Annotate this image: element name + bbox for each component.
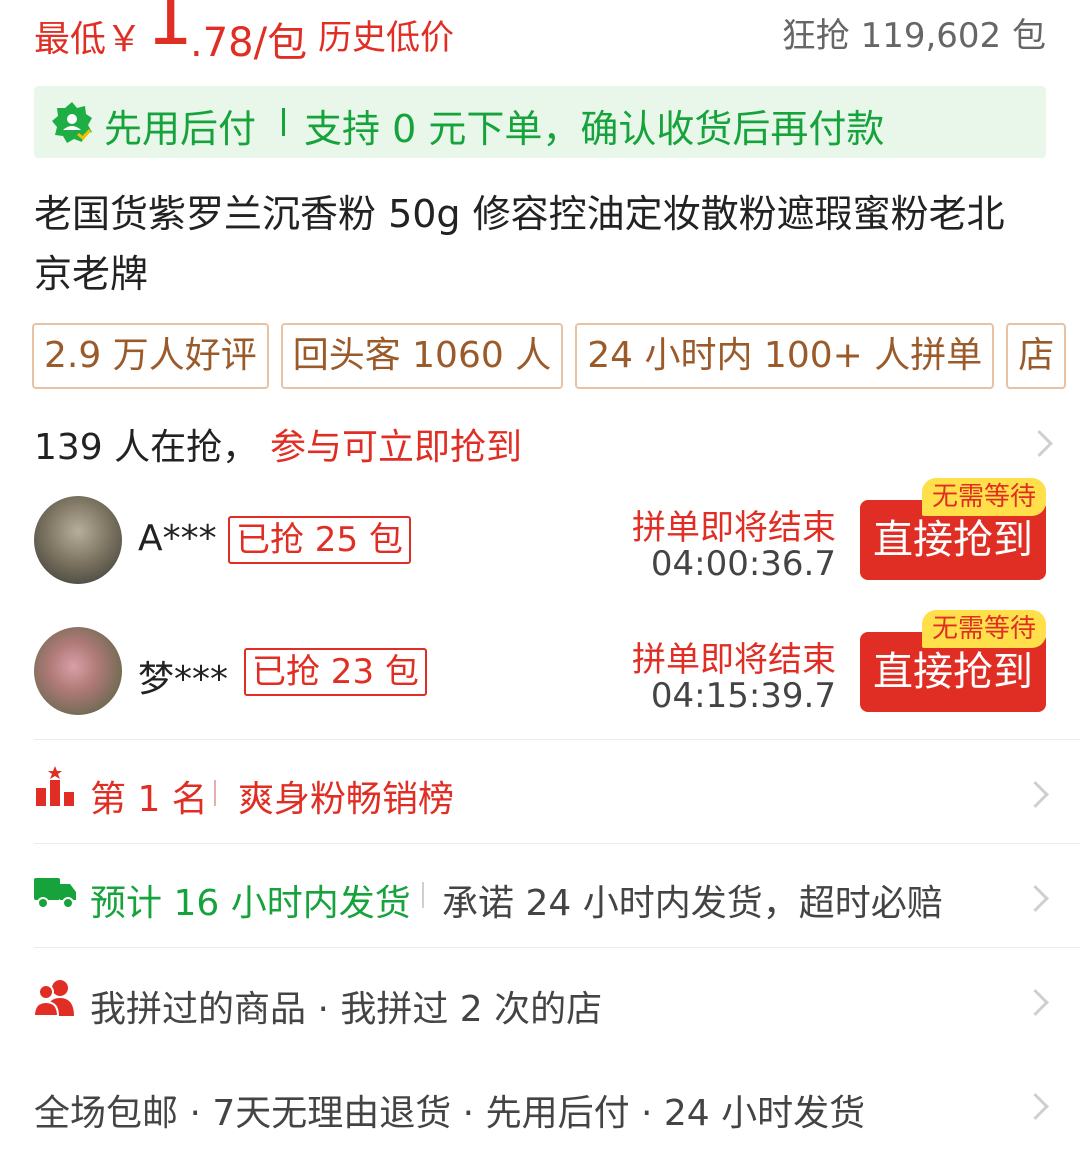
product-tags: 2.9 万人好评 回头客 1060 人 24 小时内 100+ 人拼单 店 <box>32 323 1067 389</box>
group-user-name: A*** <box>138 518 217 559</box>
avatar <box>34 627 122 715</box>
product-title: 老国货紫罗兰沉香粉 50g 修容控油定妆散粉遮瑕蜜粉老北京老牌 <box>34 192 1005 296</box>
separator <box>282 108 285 136</box>
countdown-timer: 04:00:36.7 <box>650 544 836 584</box>
price-integer: 1 <box>146 0 194 62</box>
users-icon <box>32 980 74 1017</box>
pay-later-badge-icon <box>52 102 92 143</box>
countdown-timer: 04:15:39.7 <box>650 676 836 716</box>
tag-group-orders[interactable]: 24 小时内 100+ 人拼单 <box>575 323 995 389</box>
group-user-name: 梦*** <box>138 659 229 700</box>
tag-reviews[interactable]: 2.9 万人好评 <box>32 323 269 389</box>
group-status: 拼单即将结束 <box>632 640 836 680</box>
tag-returning-customers[interactable]: 回头客 1060 人 <box>280 323 564 389</box>
price-prefix: 最低￥ <box>34 19 143 60</box>
purchase-history-text: 我拼过的商品 · 我拼过 2 次的店 <box>90 989 603 1030</box>
service-guarantees: 全场包邮 · 7天无理由退货 · 先用后付 · 24 小时发货 <box>34 1093 866 1134</box>
avatar <box>34 496 122 584</box>
grabbed-badge: 已抢 25 包 <box>228 516 411 564</box>
rush-cta[interactable]: 参与可立即抢到 <box>270 418 522 470</box>
price-decimal: .78/包 <box>190 20 308 66</box>
truck-icon <box>34 878 76 909</box>
tag-store[interactable]: 店 <box>1006 323 1067 389</box>
no-wait-badge: 无需等待 <box>922 610 1047 648</box>
chevron-right-icon[interactable] <box>1026 430 1053 457</box>
group-status: 拼单即将结束 <box>632 508 836 548</box>
rank-chart-icon <box>36 766 74 806</box>
separator <box>214 780 216 806</box>
pay-later-banner[interactable]: 先用后付 支持 0 元下单，确认收货后再付款 <box>34 86 1046 158</box>
grabbed-badge: 已抢 23 包 <box>244 648 427 696</box>
shipping-promise: 承诺 24 小时内发货，超时必赔 <box>442 883 943 924</box>
sold-count: 狂抢 119,602 包 <box>781 16 1046 56</box>
rank-position: 第 1 名 <box>90 779 208 820</box>
rush-count: 139 人在抢， <box>34 427 259 468</box>
pay-later-label: 先用后付 <box>104 107 257 151</box>
history-low-label: 历史低价 <box>318 18 454 58</box>
pay-later-description: 支持 0 元下单，确认收货后再付款 <box>304 107 885 151</box>
shipping-estimate: 预计 16 小时内发货 <box>90 883 411 924</box>
separator <box>422 882 424 908</box>
rank-list-name: 爽身粉畅销榜 <box>238 779 455 820</box>
no-wait-badge: 无需等待 <box>922 478 1047 516</box>
